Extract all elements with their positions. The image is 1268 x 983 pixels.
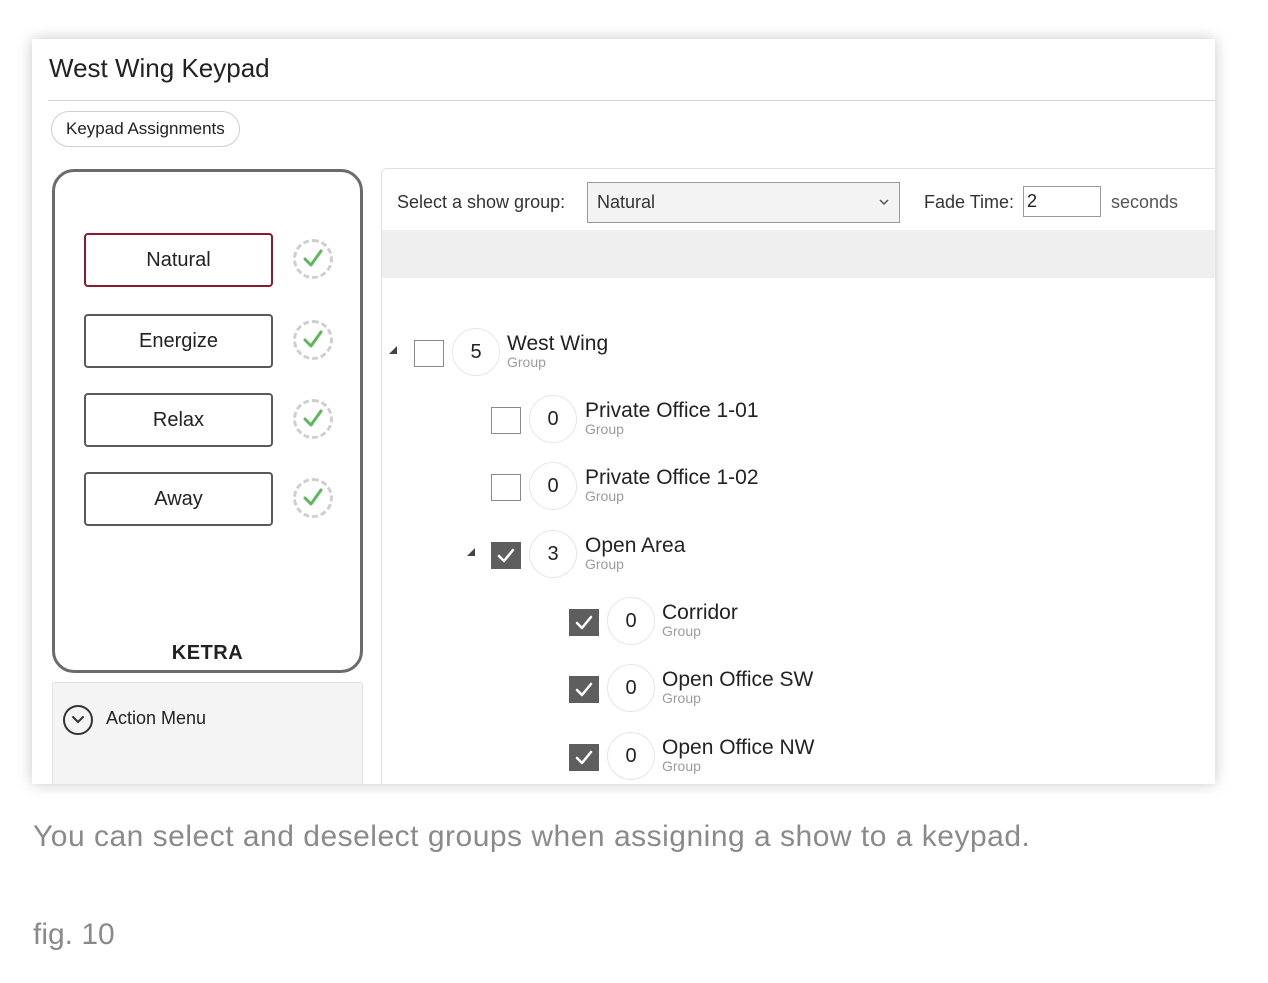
keypad-brand-label: KETRA [171, 642, 244, 664]
action-menu-panel: Action Menu [52, 682, 363, 784]
tab-keypad-assignments[interactable]: Keypad Assignments [51, 111, 240, 147]
fixture-count: 3 [529, 530, 577, 578]
assigned-check-icon [293, 399, 333, 439]
checkmark-icon [497, 548, 515, 563]
keypad-row-natural: Natural [84, 233, 338, 287]
fixture-count: 0 [607, 664, 655, 712]
tree-node-open-office-sw: 0 Open Office SW Group [382, 664, 982, 714]
title-divider [48, 100, 1215, 101]
tree-node-west-wing: 5 West Wing Group [382, 328, 982, 378]
assigned-check-icon [293, 320, 333, 360]
show-group-select[interactable]: Natural [587, 182, 900, 223]
action-menu-button[interactable]: Action Menu [106, 708, 206, 729]
tree-node-private-office-1-01: 0 Private Office 1-01 Group [382, 395, 982, 445]
group-checkbox[interactable] [491, 542, 521, 569]
group-type: Group [662, 623, 701, 639]
assigned-check-icon [293, 239, 333, 279]
fixture-count: 0 [607, 732, 655, 780]
group-type: Group [662, 690, 701, 706]
chevron-down-circle-icon[interactable] [63, 705, 93, 735]
group-type: Group [585, 421, 624, 437]
keypad-row-energize: Energize [84, 314, 338, 368]
figure-label: fig. 10 [33, 918, 115, 951]
show-group-label: Select a show group: [397, 192, 566, 212]
keypad-button-natural[interactable]: Natural [84, 233, 273, 287]
fixture-count: 0 [529, 462, 577, 510]
group-type: Group [507, 354, 546, 370]
group-name: Corridor [662, 601, 738, 624]
tree-node-private-office-1-02: 0 Private Office 1-02 Group [382, 462, 982, 512]
fade-time-input[interactable]: 2 [1023, 186, 1101, 217]
figure-caption: You can select and deselect groups when … [33, 820, 1031, 853]
show-group-value: Natural [597, 192, 656, 212]
tree-node-open-office-nw: 0 Open Office NW Group [382, 732, 982, 782]
group-checkbox[interactable] [491, 407, 521, 434]
keypad-row-away: Away [84, 472, 338, 526]
group-checkbox[interactable] [414, 340, 444, 367]
tree-node-open-area: 3 Open Area Group [382, 530, 982, 580]
keypad-row-relax: Relax [84, 393, 338, 447]
group-checkbox[interactable] [569, 609, 599, 636]
keypad-panel: Natural Energize Relax Away KETRA [52, 169, 363, 673]
fixture-count: 0 [607, 597, 655, 645]
chevron-down-icon [879, 199, 889, 206]
keypad-button-away[interactable]: Away [84, 472, 273, 526]
fade-time-label: Fade Time: [924, 192, 1015, 212]
tree-node-corridor: 0 Corridor Group [382, 597, 982, 647]
tree-header-band [382, 230, 1215, 278]
keypad-button-energize[interactable]: Energize [84, 314, 273, 368]
fixture-count: 0 [529, 395, 577, 443]
keypad-button-relax[interactable]: Relax [84, 393, 273, 447]
group-assignment-panel: Select a show group: Natural Fade Time: … [381, 168, 1215, 784]
group-name: Private Office 1-02 [585, 466, 759, 489]
group-type: Group [662, 758, 701, 774]
checkmark-icon [575, 615, 593, 630]
checkmark-icon [575, 682, 593, 697]
group-name: Open Office SW [662, 668, 814, 691]
group-type: Group [585, 556, 624, 572]
group-name: Open Office NW [662, 736, 815, 759]
assigned-check-icon [293, 478, 333, 518]
group-checkbox[interactable] [491, 474, 521, 501]
window-title: West Wing Keypad [49, 53, 270, 83]
checkmark-icon [575, 750, 593, 765]
fade-time-unit: seconds [1111, 192, 1179, 212]
group-checkbox[interactable] [569, 676, 599, 703]
group-name: West Wing [507, 332, 609, 355]
group-name: Private Office 1-01 [585, 399, 759, 422]
group-name: Open Area [585, 534, 686, 557]
fixture-count: 5 [452, 328, 500, 376]
group-type: Group [585, 488, 624, 504]
keypad-window: West Wing Keypad Keypad Assignments Natu… [32, 39, 1215, 784]
group-checkbox[interactable] [569, 744, 599, 771]
